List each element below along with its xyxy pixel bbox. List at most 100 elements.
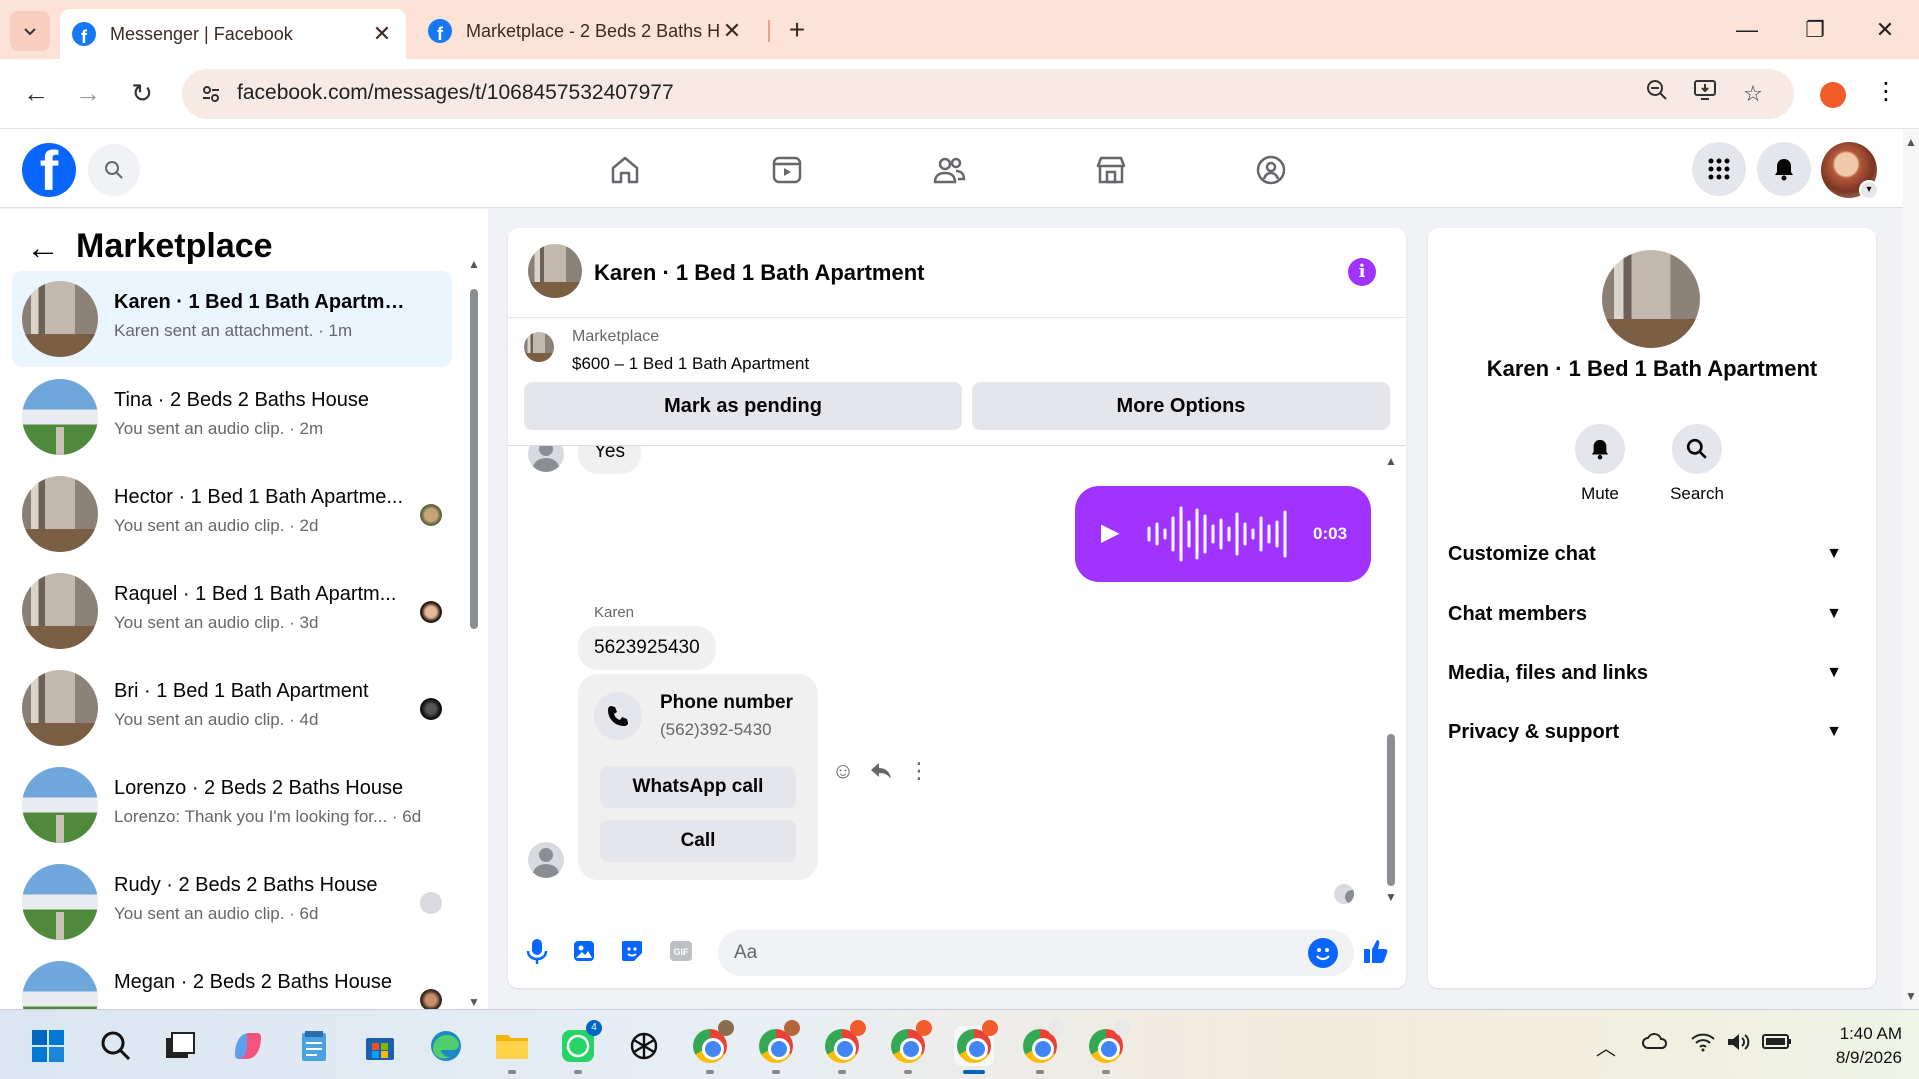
photo-icon[interactable] <box>567 934 601 968</box>
play-icon[interactable]: ▶ <box>1101 518 1119 547</box>
listing-thumbnail[interactable] <box>524 332 554 362</box>
conversation-item[interactable]: Raquel · 1 Bed 1 Bath Apartm... You sent… <box>12 563 452 659</box>
chrome-profile-6[interactable] <box>1020 1020 1064 1066</box>
whatsapp-button[interactable]: 4 <box>558 1020 602 1066</box>
scroll-up-arrow[interactable]: ▲ <box>468 257 480 271</box>
chrome-profile-4[interactable] <box>888 1020 932 1066</box>
chatgpt-button[interactable] <box>624 1026 664 1066</box>
chrome-profile-2[interactable] <box>756 1020 800 1066</box>
restore-button[interactable]: ❐ <box>1790 10 1840 50</box>
zoom-icon[interactable] <box>1642 79 1672 109</box>
customize-chat-section[interactable]: Customize chat ▼ <box>1448 532 1858 576</box>
close-tab-icon[interactable]: ✕ <box>720 18 744 44</box>
volume-icon[interactable] <box>1726 1032 1752 1058</box>
conversation-item[interactable]: Karen · 1 Bed 1 Bath Apartment Karen sen… <box>12 271 452 367</box>
profile-avatar[interactable]: ▾ <box>1821 142 1879 200</box>
chat-scrollbar[interactable]: ▲ ▼ <box>1384 454 1398 904</box>
wifi-icon[interactable] <box>1690 1032 1716 1058</box>
conversation-item[interactable]: Hector · 1 Bed 1 Bath Apartme... You sen… <box>12 466 452 562</box>
conversation-item[interactable]: Rudy · 2 Beds 2 Baths House You sent an … <box>12 854 452 950</box>
sticker-icon[interactable] <box>615 934 649 968</box>
start-button[interactable] <box>28 1026 68 1066</box>
conversation-item[interactable]: Tina · 2 Beds 2 Baths House You sent an … <box>12 369 452 465</box>
facebook-logo[interactable]: f <box>22 143 76 197</box>
site-settings-icon[interactable] <box>196 79 226 109</box>
scroll-up-arrow[interactable]: ▲ <box>1903 135 1919 149</box>
battery-icon[interactable] <box>1762 1032 1792 1056</box>
contact-avatar[interactable] <box>1602 250 1700 348</box>
notifications-button[interactable] <box>1757 142 1811 196</box>
chevron-down-icon[interactable]: ▾ <box>1859 180 1879 200</box>
bookmark-star-icon[interactable]: ☆ <box>1738 79 1768 109</box>
close-tab-icon[interactable]: ✕ <box>370 21 394 47</box>
reply-icon[interactable] <box>866 756 896 786</box>
tab-messenger[interactable]: f Messenger | Facebook ✕ <box>60 9 406 59</box>
scrollbar-thumb[interactable] <box>1387 734 1395 886</box>
conversation-list-scrollbar[interactable]: ▲ ▼ <box>468 257 480 1009</box>
scroll-down-arrow[interactable]: ▼ <box>1903 989 1919 1003</box>
emoji-icon[interactable] <box>1308 938 1338 968</box>
chrome-profile-3[interactable] <box>822 1020 866 1066</box>
forward-button[interactable]: → <box>68 73 108 113</box>
conversation-item[interactable]: Lorenzo · 2 Beds 2 Baths House Lorenzo: … <box>12 757 452 853</box>
show-hidden-icons-button[interactable]: ︿ <box>1596 1032 1616 1061</box>
groups-nav-button[interactable] <box>1246 145 1296 195</box>
message-input[interactable] <box>718 930 1354 976</box>
scroll-down-arrow[interactable]: ▼ <box>1384 890 1398 904</box>
tab-marketplace[interactable]: f Marketplace - 2 Beds 2 Baths H ✕ <box>416 9 756 53</box>
chat-members-section[interactable]: Chat members ▼ <box>1448 592 1858 636</box>
chrome-profile-5[interactable] <box>954 1020 998 1066</box>
marketplace-nav-button[interactable] <box>1086 145 1136 195</box>
scroll-up-arrow[interactable]: ▲ <box>1384 454 1398 468</box>
menu-apps-button[interactable] <box>1692 142 1746 196</box>
back-button[interactable]: ← <box>16 73 56 113</box>
edge-button[interactable] <box>426 1026 466 1066</box>
minimize-button[interactable]: — <box>1722 10 1772 50</box>
gif-icon[interactable]: GIF <box>664 934 698 968</box>
scroll-down-arrow[interactable]: ▼ <box>468 995 480 1009</box>
conversation-item[interactable]: Megan · 2 Beds 2 Baths House <box>12 951 452 1009</box>
address-bar[interactable]: facebook.com/messages/t/1068457532407977… <box>182 69 1794 119</box>
react-emoji-icon[interactable]: ☺ <box>828 756 858 786</box>
privacy-support-section[interactable]: Privacy & support ▼ <box>1448 710 1858 754</box>
listing-title[interactable]: $600 – 1 Bed 1 Bath Apartment <box>572 354 809 374</box>
back-arrow-icon[interactable]: ← <box>26 231 60 265</box>
call-button[interactable]: Call <box>600 820 796 862</box>
copilot-button[interactable] <box>228 1026 268 1066</box>
system-clock[interactable]: 1:40 AM 8/9/2026 <box>1802 1022 1902 1070</box>
extension-icon[interactable] <box>1820 82 1846 108</box>
info-icon[interactable]: i <box>1348 258 1376 286</box>
thumbs-up-icon[interactable] <box>1359 934 1393 968</box>
tab-search-button[interactable] <box>10 11 50 51</box>
more-options-button[interactable]: More Options <box>972 382 1390 430</box>
close-window-button[interactable]: ✕ <box>1860 10 1910 50</box>
whatsapp-call-button[interactable]: WhatsApp call <box>600 766 796 808</box>
search-in-chat-button[interactable]: Search <box>1657 424 1737 504</box>
browser-menu-icon[interactable]: ⋮ <box>1874 77 1898 111</box>
media-files-links-section[interactable]: Media, files and links ▼ <box>1448 651 1858 695</box>
scrollbar-thumb[interactable] <box>470 289 478 629</box>
home-nav-button[interactable] <box>600 145 650 195</box>
chrome-profile-1[interactable] <box>690 1020 734 1066</box>
onedrive-icon[interactable] <box>1642 1032 1668 1056</box>
notepad-button[interactable] <box>294 1026 334 1066</box>
conversation-item[interactable]: Bri · 1 Bed 1 Bath Apartment You sent an… <box>12 660 452 756</box>
chrome-profile-7[interactable] <box>1086 1020 1130 1066</box>
store-button[interactable] <box>360 1026 400 1066</box>
chat-title[interactable]: Karen · 1 Bed 1 Bath Apartment <box>594 260 924 286</box>
facebook-search-button[interactable] <box>88 144 140 196</box>
chat-avatar[interactable] <box>528 244 582 298</box>
taskbar-search-button[interactable] <box>96 1026 136 1066</box>
new-tab-button[interactable]: + <box>780 14 814 48</box>
reload-button[interactable]: ↻ <box>122 73 162 113</box>
friends-nav-button[interactable] <box>924 145 974 195</box>
more-actions-icon[interactable]: ⋮ <box>904 756 934 786</box>
audio-message[interactable]: ▶ 0:03 <box>1075 486 1371 582</box>
microphone-icon[interactable] <box>520 934 554 968</box>
video-nav-button[interactable] <box>762 145 812 195</box>
page-scrollbar[interactable]: ▲ ▼ <box>1903 129 1919 1009</box>
mute-button[interactable]: Mute <box>1560 424 1640 504</box>
install-app-icon[interactable] <box>1690 79 1720 109</box>
task-view-button[interactable] <box>160 1026 200 1066</box>
file-explorer-button[interactable] <box>492 1026 532 1066</box>
